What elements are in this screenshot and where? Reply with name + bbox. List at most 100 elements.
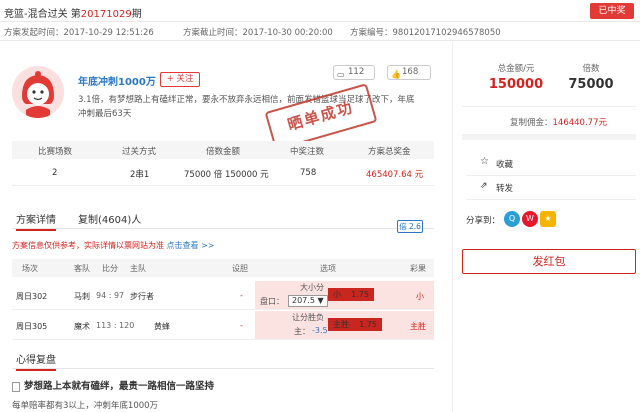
summary-cell: 2	[52, 168, 58, 178]
collect-label: 收藏	[496, 160, 514, 170]
comment-icon: ▭	[337, 70, 345, 79]
tab-plan-detail[interactable]: 方案详情	[16, 211, 56, 231]
collect-button[interactable]: ☆ 收藏	[466, 152, 636, 176]
star-icon: ☆	[480, 156, 489, 167]
summary-row: 2 2串1 75000 倍 150000 元 758 465407.64 元	[12, 160, 434, 186]
comment-count: 112	[348, 67, 365, 77]
winning-status-button[interactable]: 已中奖	[590, 3, 634, 19]
summary-header: 比赛场数 过关方式 倍数金额 中奖注数 方案总奖金	[12, 141, 434, 159]
end-time: 方案截止时间：2017-10-30 00:20:00	[183, 28, 333, 38]
bookmark-icon	[12, 381, 20, 392]
notice-link[interactable]: 点击查看 >>	[167, 241, 215, 250]
review-section-header: 心得复盘	[12, 349, 434, 371]
like-count: 168	[402, 67, 419, 77]
weibo-icon[interactable]: W	[522, 211, 538, 227]
match-id: 周日305	[16, 322, 48, 331]
multiplier-badge: 倍 2.6	[397, 220, 423, 233]
pick: 小	[333, 290, 341, 299]
line-select[interactable]: 207.5 ▼	[288, 295, 328, 307]
divider	[462, 106, 636, 107]
odds: 1.75	[351, 290, 369, 299]
result: 主胜	[410, 322, 426, 331]
col-header: 选项	[320, 264, 336, 273]
home-team: 黄蜂	[154, 322, 170, 331]
title-prefix: 竞篮-混合过关 第	[4, 9, 81, 20]
away-team: 魔术	[74, 322, 90, 331]
forward-button[interactable]: ⇗ 转发	[466, 176, 636, 200]
col-header: 比分	[102, 264, 118, 273]
pick-box: 小 1.75	[328, 288, 374, 301]
forward-icon: ⇗	[480, 181, 488, 191]
post-title-text: 梦想路上本就有磕绊，最贵一路相信一路坚持	[24, 381, 215, 392]
handicap: -3.5	[312, 326, 328, 335]
comment-chip[interactable]: ▭ 112	[333, 65, 375, 80]
total-amount-value: 150000	[488, 77, 544, 92]
total-amount-label: 总金额/元	[497, 64, 535, 74]
tab-copy[interactable]: 复制(4604)人	[78, 211, 141, 226]
summary-cell: 758	[300, 168, 317, 178]
summary-header-cell: 比赛场数	[38, 147, 73, 157]
sidebar	[452, 42, 640, 412]
post-title: 梦想路上本就有磕绊，最贵一路相信一路坚持	[12, 378, 214, 392]
copy-fee-label: 复制佣金：	[510, 118, 553, 128]
score: 113 : 120	[96, 321, 135, 330]
avatar-image	[12, 66, 64, 118]
share-label: 分享到：	[466, 216, 501, 226]
top-bar: 竞篮-混合过关 第20171029期 已中奖	[0, 0, 640, 22]
post-content: 每单赔率都有3以上，冲刺年底1000万	[12, 401, 159, 411]
red-packet-button[interactable]: 发红包	[462, 249, 636, 274]
home-team: 步行者	[130, 292, 154, 301]
qq-icon[interactable]: Q	[504, 211, 520, 227]
table-row: 周日302 马刺 94 : 97 步行者 - 大小分 盘口： 207.5 ▼ 小…	[12, 281, 434, 310]
odds: 1.75	[359, 320, 377, 329]
col-header: 客队	[74, 264, 90, 273]
issue-number: 20171029	[80, 9, 132, 20]
col-header: 设胆	[232, 264, 248, 273]
option-title: 让分胜负	[292, 313, 324, 322]
notice-text: 方案信息仅供参考，实际详情以票网站为准	[12, 241, 167, 250]
col-header: 主队	[130, 264, 146, 273]
summary-cell: 75000 倍 150000 元	[184, 170, 269, 180]
summary-header-cell: 倍数金额	[206, 147, 241, 157]
option-label: 盘口：	[260, 297, 284, 306]
username[interactable]: 年底冲刺1000万	[78, 73, 156, 88]
summary-total-prize: 465407.64 元	[366, 170, 424, 180]
banker: -	[240, 321, 243, 330]
match-table-header: 场次 客队 比分 主队 设胆 选项 彩果	[12, 259, 434, 277]
banker: -	[240, 291, 243, 300]
pick: 主胜	[333, 320, 349, 329]
summary-header-cell: 中奖注数	[290, 147, 325, 157]
plan-number: 方案编号：98012017102946578050	[350, 28, 501, 38]
summary-cell: 2串1	[130, 170, 150, 180]
option-title: 大小分	[300, 283, 324, 292]
score: 94 : 97	[96, 291, 125, 300]
qzone-icon[interactable]: ★	[540, 211, 556, 227]
follow-button[interactable]: + 关注	[160, 72, 200, 87]
multiple-value: 75000	[568, 77, 614, 92]
like-chip[interactable]: 👍 168	[387, 65, 431, 80]
match-id: 周日302	[16, 292, 48, 301]
start-time: 方案发起时间：2017-10-29 12:51:26	[4, 28, 154, 38]
review-section-title: 心得复盘	[16, 351, 56, 371]
detail-tabs: 方案详情 复制(4604)人	[12, 207, 434, 231]
divider	[462, 134, 636, 140]
away-team: 马刺	[74, 292, 90, 301]
table-row: 周日305 魔术 113 : 120 黄蜂 - 让分胜负 主： -3.5 主胜 …	[12, 311, 434, 340]
copy-fee: 复制佣金：146440.77元	[510, 116, 607, 128]
col-header: 彩果	[410, 264, 426, 273]
forward-label: 转发	[496, 184, 514, 194]
plan-meta-bar: 方案发起时间：2017-10-29 12:51:26 方案截止时间：2017-1…	[0, 23, 640, 41]
notice: 方案信息仅供参考，实际详情以票网站为准 点击查看 >>	[12, 240, 215, 251]
avatar[interactable]	[12, 66, 64, 118]
multiple-label: 倍数	[582, 64, 600, 74]
pick-box: 主胜 1.75	[328, 318, 382, 331]
page-title: 竞篮-混合过关 第20171029期	[4, 5, 142, 20]
option-label: 主：	[294, 327, 310, 336]
thumbs-up-icon: 👍	[391, 70, 401, 79]
title-suffix: 期	[131, 9, 142, 20]
copy-fee-value: 146440.77元	[552, 118, 607, 128]
result: 小	[416, 292, 424, 301]
summary-header-cell: 方案总奖金	[368, 147, 411, 157]
summary-header-cell: 过关方式	[122, 147, 157, 157]
result-cell	[377, 281, 434, 309]
